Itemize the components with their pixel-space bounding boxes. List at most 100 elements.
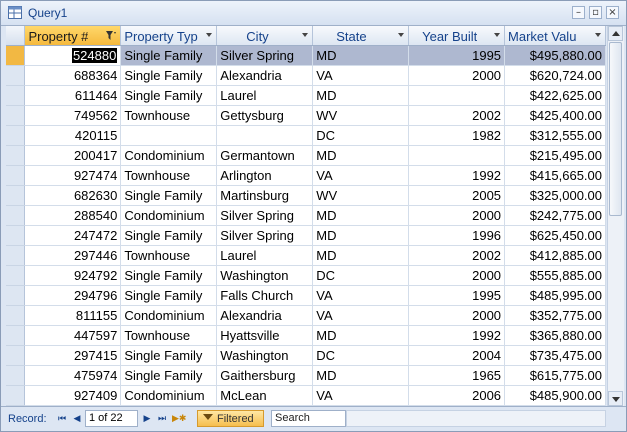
year-built-cell[interactable]: 1995 — [408, 285, 506, 306]
market-value-cell[interactable]: $422,625.00 — [504, 85, 606, 106]
chevron-down-icon[interactable] — [494, 33, 501, 37]
year-built-cell[interactable] — [408, 145, 506, 166]
market-value-cell[interactable]: $365,880.00 — [504, 325, 606, 346]
property-type-cell[interactable]: Townhouse — [120, 245, 218, 266]
market-value-cell[interactable]: $215,495.00 — [504, 145, 606, 166]
property-type-cell[interactable]: Condominium — [120, 205, 218, 226]
city-cell[interactable]: Laurel — [216, 85, 314, 106]
year-built-cell[interactable]: 2000 — [408, 265, 506, 286]
property-type-cell[interactable]: Townhouse — [120, 165, 218, 186]
property-type-cell[interactable] — [120, 125, 218, 146]
state-cell[interactable]: MD — [312, 145, 410, 166]
table-row[interactable]: 811155 Condominium Alexandria VA 2000 $352,77… — [6, 305, 606, 326]
city-cell[interactable]: Silver Spring — [216, 225, 314, 246]
state-cell[interactable]: VA — [312, 285, 410, 306]
scrollbar-thumb[interactable] — [609, 42, 622, 216]
city-cell[interactable]: McLean — [216, 385, 314, 406]
column-header-market-value[interactable]: Market Valu — [504, 26, 606, 46]
year-built-cell[interactable]: 2005 — [408, 185, 506, 206]
column-header-property-number[interactable]: Property # — [24, 26, 122, 46]
table-row[interactable]: 288540 Condominium Silver Spring MD 2000 $242… — [6, 205, 606, 226]
table-row[interactable]: 247472 Single Family Silver Spring MD 1996 $6… — [6, 225, 606, 246]
property-number-cell[interactable]: 927409 — [24, 385, 122, 406]
property-type-cell[interactable]: Townhouse — [120, 325, 218, 346]
state-cell[interactable]: MD — [312, 245, 410, 266]
property-type-cell[interactable]: Single Family — [120, 185, 218, 206]
year-built-cell[interactable]: 2000 — [408, 65, 506, 86]
state-cell[interactable]: MD — [312, 205, 410, 226]
property-number-cell[interactable]: 288540 — [24, 205, 122, 226]
city-cell[interactable]: Washington — [216, 265, 314, 286]
city-cell[interactable]: Gettysburg — [216, 105, 314, 126]
property-number-cell[interactable]: 682630 — [24, 185, 122, 206]
property-type-cell[interactable]: Single Family — [120, 345, 218, 366]
city-cell[interactable]: Falls Church — [216, 285, 314, 306]
table-row[interactable]: 927474 Townhouse Arlington VA 1992 $415,665.0… — [6, 165, 606, 186]
table-row[interactable]: 297415 Single Family Washington DC 2004 $735,… — [6, 345, 606, 366]
market-value-cell[interactable]: $352,775.00 — [504, 305, 606, 326]
table-row[interactable]: 420115 DC 1982 $312,555.00 — [6, 125, 606, 146]
record-selector[interactable] — [6, 225, 26, 246]
city-cell[interactable]: Alexandria — [216, 305, 314, 326]
record-selector[interactable] — [6, 245, 26, 266]
property-type-cell[interactable]: Single Family — [120, 225, 218, 246]
market-value-cell[interactable]: $242,775.00 — [504, 205, 606, 226]
record-selector[interactable] — [6, 325, 26, 346]
record-selector[interactable] — [6, 145, 26, 166]
year-built-cell[interactable]: 2000 — [408, 205, 506, 226]
table-row[interactable]: 447597 Townhouse Hyattsville MD 1992 $365,880… — [6, 325, 606, 346]
property-type-cell[interactable]: Condominium — [120, 145, 218, 166]
record-selector[interactable] — [6, 185, 26, 206]
state-cell[interactable]: MD — [312, 325, 410, 346]
property-number-cell[interactable]: 924792 — [24, 265, 122, 286]
property-number-cell[interactable]: 749562 — [24, 105, 122, 126]
scroll-up-button[interactable] — [608, 26, 623, 41]
year-built-cell[interactable]: 2002 — [408, 245, 506, 266]
city-cell[interactable]: Arlington — [216, 165, 314, 186]
market-value-cell[interactable]: $555,885.00 — [504, 265, 606, 286]
table-row[interactable]: 924792 Single Family Washington DC 2000 $555,… — [6, 265, 606, 286]
select-all-corner[interactable] — [6, 26, 26, 46]
state-cell[interactable]: DC — [312, 265, 410, 286]
city-cell[interactable]: Gaithersburg — [216, 365, 314, 386]
year-built-cell[interactable]: 1995 — [408, 45, 506, 66]
year-built-cell[interactable]: 2002 — [408, 105, 506, 126]
year-built-cell[interactable]: 2006 — [408, 385, 506, 406]
year-built-cell[interactable]: 2000 — [408, 305, 506, 326]
minimize-button[interactable]: – — [572, 6, 585, 19]
record-selector[interactable] — [6, 345, 26, 366]
table-row[interactable]: 682630 Single Family Martinsburg WV 2005 $325… — [6, 185, 606, 206]
property-type-cell[interactable]: Single Family — [120, 45, 218, 66]
property-number-cell[interactable]: 811155 — [24, 305, 122, 326]
state-cell[interactable]: DC — [312, 345, 410, 366]
table-row[interactable]: 749562 Townhouse Gettysburg WV 2002 $425,400.… — [6, 105, 606, 126]
state-cell[interactable]: MD — [312, 85, 410, 106]
record-position-input[interactable]: 1 of 22 — [85, 410, 138, 427]
state-cell[interactable]: VA — [312, 305, 410, 326]
chevron-down-icon[interactable] — [302, 33, 309, 37]
record-selector[interactable] — [6, 365, 26, 386]
property-number-cell[interactable]: 200417 — [24, 145, 122, 166]
market-value-cell[interactable]: $615,775.00 — [504, 365, 606, 386]
record-selector[interactable] — [6, 165, 26, 186]
property-number-cell[interactable]: 611464 — [24, 85, 122, 106]
chevron-down-icon[interactable] — [595, 33, 601, 37]
property-number-cell[interactable]: 524880 — [24, 45, 122, 66]
city-cell[interactable]: Alexandria — [216, 65, 314, 86]
table-row[interactable]: 927409 Condominium McLean VA 2006 $485,900.00 — [6, 385, 606, 406]
next-record-icon[interactable]: ▶ — [141, 413, 153, 425]
year-built-cell[interactable] — [408, 85, 506, 106]
market-value-cell[interactable]: $625,450.00 — [504, 225, 606, 246]
horizontal-scrollbar[interactable] — [346, 410, 606, 427]
column-header-state[interactable]: State — [312, 26, 410, 46]
column-header-city[interactable]: City — [216, 26, 314, 46]
market-value-cell[interactable]: $485,995.00 — [504, 285, 606, 306]
year-built-cell[interactable]: 1982 — [408, 125, 506, 146]
previous-record-icon[interactable]: ◀ — [71, 413, 83, 425]
city-cell[interactable]: Washington — [216, 345, 314, 366]
property-type-cell[interactable]: Townhouse — [120, 105, 218, 126]
property-number-cell[interactable]: 688364 — [24, 65, 122, 86]
market-value-cell[interactable]: $485,900.00 — [504, 385, 606, 406]
property-type-cell[interactable]: Single Family — [120, 285, 218, 306]
market-value-cell[interactable]: $325,000.00 — [504, 185, 606, 206]
